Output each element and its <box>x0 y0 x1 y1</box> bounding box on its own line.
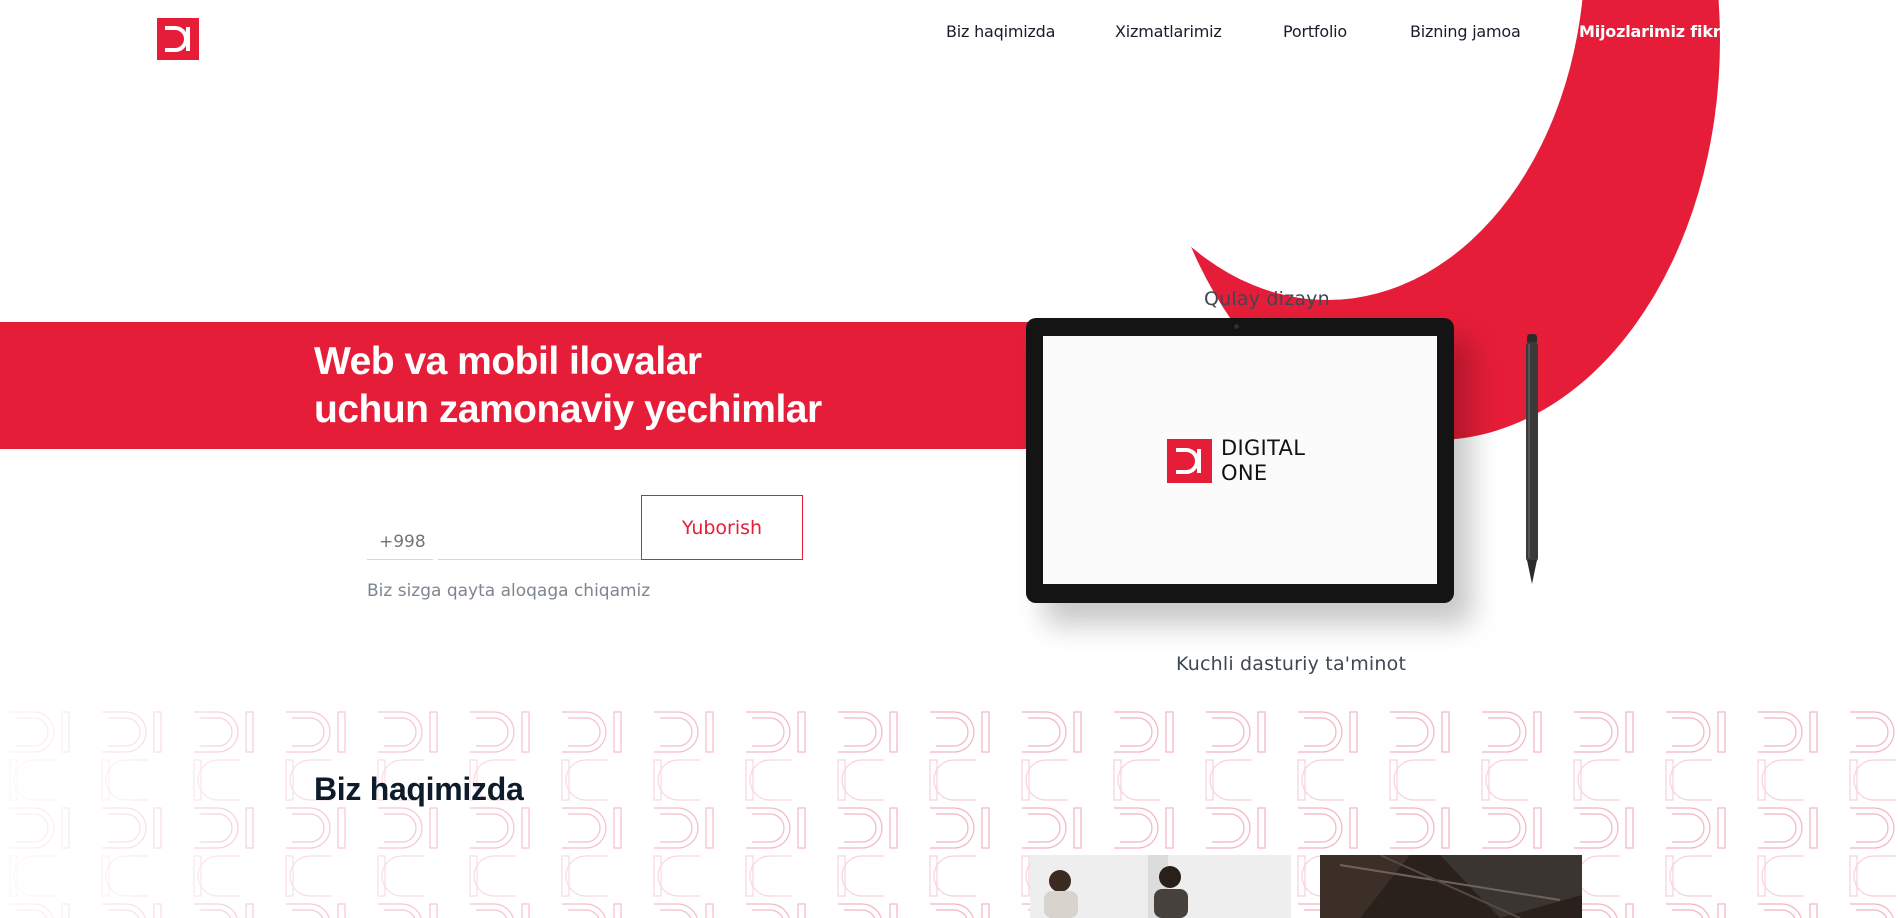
nav-link-portfolio[interactable]: Portfolio <box>1283 22 1347 41</box>
hero-title-line-2: uchun zamonaviy yechimlar <box>314 388 822 431</box>
phone-number-input[interactable] <box>438 530 641 560</box>
digital-one-logo-icon <box>1167 439 1212 483</box>
nav-link-testimonials[interactable]: Mijozlarimiz fikri <box>1579 22 1726 41</box>
wordmark-line-1: DIGITAL <box>1221 436 1306 460</box>
top-navigation: Biz haqimizda Xizmatlarimiz Portfolio Bi… <box>0 22 1898 42</box>
tablet-camera <box>1234 324 1239 329</box>
nav-link-services[interactable]: Xizmatlarimiz <box>1115 22 1222 41</box>
about-photo-office <box>1320 855 1582 918</box>
about-section-title: Biz haqimizda <box>314 771 524 807</box>
nav-link-team[interactable]: Bizning jamoa <box>1410 22 1521 41</box>
tablet-illustration: DIGITAL ONE <box>1026 318 1454 603</box>
nav-link-about[interactable]: Biz haqimizda <box>946 22 1055 41</box>
feature-label-software: Kuchli dasturiy ta'minot <box>1176 653 1407 675</box>
feature-label-design: Qulay dizayn <box>1204 288 1330 310</box>
phone-prefix-input[interactable] <box>367 530 433 560</box>
tablet-screen: DIGITAL ONE <box>1043 336 1437 584</box>
about-photo-team <box>1030 855 1291 918</box>
hero-title-line-1: Web va mobil ilovalar <box>314 340 702 383</box>
wordmark-line-2: ONE <box>1221 461 1268 485</box>
hero-title: Web va mobil ilovalar uchun zamonaviy ye… <box>314 338 954 434</box>
logo-pattern-background <box>0 706 1898 918</box>
team-photo-illustration <box>1030 855 1291 918</box>
digital-one-wordmark: DIGITAL ONE <box>1221 436 1305 486</box>
submit-button[interactable]: Yuborish <box>641 495 803 560</box>
office-photo-illustration <box>1320 855 1582 918</box>
stylus-pen-icon <box>1526 334 1538 584</box>
callback-note: Biz sizga qayta aloqaga chiqamiz <box>367 581 651 601</box>
